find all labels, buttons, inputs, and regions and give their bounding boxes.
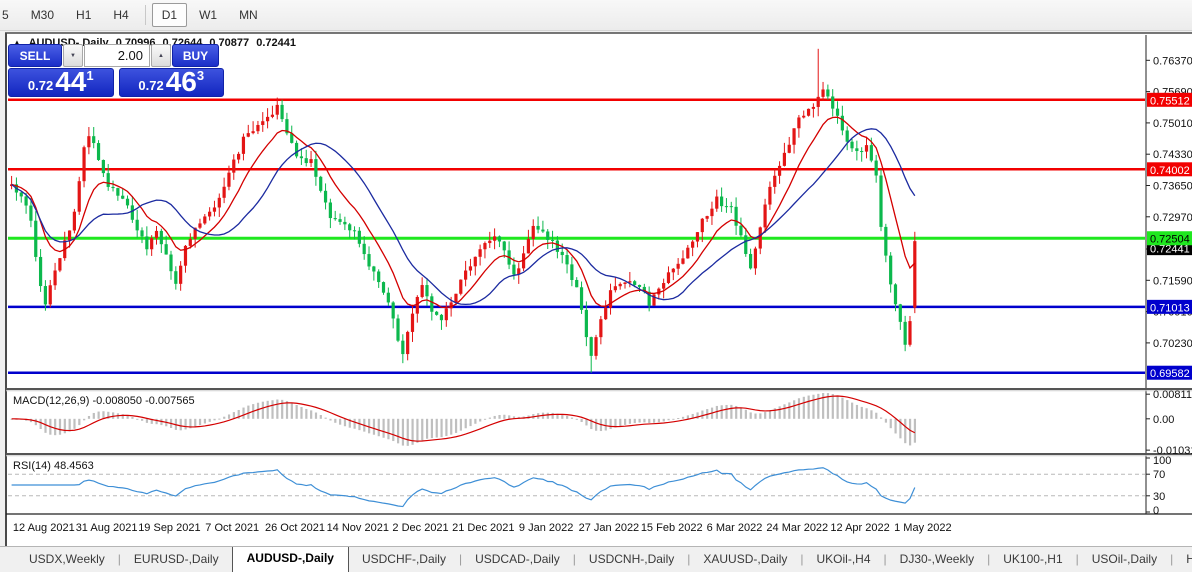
one-click-trading-panel: SELL ▼ ▲ BUY 0.72441 0.72463 xyxy=(8,44,224,97)
chevron-up-icon: ▲ xyxy=(158,52,164,59)
svg-text:0.71590: 0.71590 xyxy=(1153,275,1192,287)
svg-text:100: 100 xyxy=(1153,455,1171,467)
date-label: 1 May 2022 xyxy=(894,522,951,534)
tab-usdx-weekly[interactable]: USDX,Weekly xyxy=(16,547,118,572)
sell-button[interactable]: SELL xyxy=(8,44,62,67)
buy-button[interactable]: BUY xyxy=(172,44,219,67)
buy-price-display[interactable]: 0.72 46 3 xyxy=(118,66,224,98)
svg-text:0.75010: 0.75010 xyxy=(1153,118,1192,130)
volume-input[interactable] xyxy=(84,44,150,67)
svg-text:0.73650: 0.73650 xyxy=(1153,180,1192,192)
toolbar-separator xyxy=(144,5,146,25)
buy-price-pipette: 3 xyxy=(196,68,205,83)
buy-price-base: 0.72 xyxy=(138,78,164,93)
timeframe-button-h1[interactable]: H1 xyxy=(66,3,101,27)
tab-xauusd-daily[interactable]: XAUUSD-,Daily xyxy=(690,547,800,572)
svg-text:30: 30 xyxy=(1153,491,1165,503)
chevron-down-icon: ▼ xyxy=(70,52,76,59)
timeframe-button-mn[interactable]: MN xyxy=(229,3,268,27)
svg-text:0.00: 0.00 xyxy=(1153,414,1174,426)
svg-text:0.70230: 0.70230 xyxy=(1153,338,1192,350)
timeframe-toolbar: 5 M30 H1 H4 D1 W1 MN xyxy=(0,0,1192,31)
volume-decrease-button[interactable]: ▼ xyxy=(63,44,83,67)
date-label: 12 Aug 2021 xyxy=(13,522,75,534)
timeframe-button-m30[interactable]: M30 xyxy=(21,3,64,27)
tab-usoil-daily[interactable]: USOil-,Daily xyxy=(1079,547,1170,572)
ohlc-close: 0.72441 xyxy=(256,37,296,49)
tab-usdcad-daily[interactable]: USDCAD-,Daily xyxy=(462,547,573,572)
sell-price-base: 0.72 xyxy=(27,78,54,93)
date-label: 2 Dec 2021 xyxy=(392,522,448,534)
tab-hk50[interactable]: HK50-, xyxy=(1173,547,1192,572)
date-label: 7 Oct 2021 xyxy=(205,522,259,534)
tab-eurusd-daily[interactable]: EURUSD-,Daily xyxy=(121,547,232,572)
tab-usdchf-daily[interactable]: USDCHF-,Daily xyxy=(349,547,459,572)
timeframe-button-d1[interactable]: D1 xyxy=(151,3,188,27)
tab-audusd-daily[interactable]: AUDUSD-,Daily xyxy=(231,547,349,572)
svg-text:0.72970: 0.72970 xyxy=(1153,212,1192,224)
date-label: 6 Mar 2022 xyxy=(707,522,763,534)
svg-text:0.74330: 0.74330 xyxy=(1153,149,1192,161)
date-label: 14 Nov 2021 xyxy=(327,522,389,534)
rsi-label: RSI(14) 48.4563 xyxy=(13,460,94,472)
date-label: 19 Sep 2021 xyxy=(138,522,200,534)
date-label: 27 Jan 2022 xyxy=(579,522,640,534)
svg-text:0.75512: 0.75512 xyxy=(1150,95,1190,107)
svg-text:70: 70 xyxy=(1153,469,1165,481)
timeframe-button-5[interactable]: 5 xyxy=(0,3,19,27)
date-label: 26 Oct 2021 xyxy=(265,522,325,534)
date-label: 15 Feb 2022 xyxy=(641,522,703,534)
date-label: 24 Mar 2022 xyxy=(766,522,828,534)
svg-text:0.69582: 0.69582 xyxy=(1150,368,1190,380)
timeframe-button-h4[interactable]: H4 xyxy=(103,3,138,27)
svg-text:0.72504: 0.72504 xyxy=(1150,234,1190,246)
sell-price-big: 44 xyxy=(55,66,87,98)
volume-increase-button[interactable]: ▲ xyxy=(151,44,171,67)
date-label: 12 Apr 2022 xyxy=(830,522,889,534)
timeframe-button-w1[interactable]: W1 xyxy=(189,3,227,27)
date-label: 21 Dec 2021 xyxy=(452,522,514,534)
svg-text:0.71013: 0.71013 xyxy=(1150,302,1190,314)
macd-label: MACD(12,26,9) -0.008050 -0.007565 xyxy=(13,395,195,407)
sell-price-pipette: 1 xyxy=(86,68,94,83)
sell-price-display[interactable]: 0.72 44 1 xyxy=(8,68,114,97)
date-label: 9 Jan 2022 xyxy=(519,522,573,534)
tab-uk100-h1[interactable]: UK100-,H1 xyxy=(990,547,1075,572)
svg-text:0.76370: 0.76370 xyxy=(1153,55,1192,67)
tab-ukoil-h4[interactable]: UKOil-,H4 xyxy=(804,547,884,572)
svg-text:0.00811: 0.00811 xyxy=(1153,389,1192,401)
buy-price-big: 46 xyxy=(165,66,197,98)
symbol-tabbar: USDX,Weekly | EURUSD-,Daily AUDUSD-,Daily US… xyxy=(0,546,1192,572)
tab-usdcnh-daily[interactable]: USDCNH-,Daily xyxy=(576,547,687,572)
svg-text:0.74002: 0.74002 xyxy=(1150,165,1190,177)
svg-text:0: 0 xyxy=(1153,505,1159,517)
tab-dj30-weekly[interactable]: DJ30-,Weekly xyxy=(887,547,987,572)
date-label: 31 Aug 2021 xyxy=(76,522,138,534)
